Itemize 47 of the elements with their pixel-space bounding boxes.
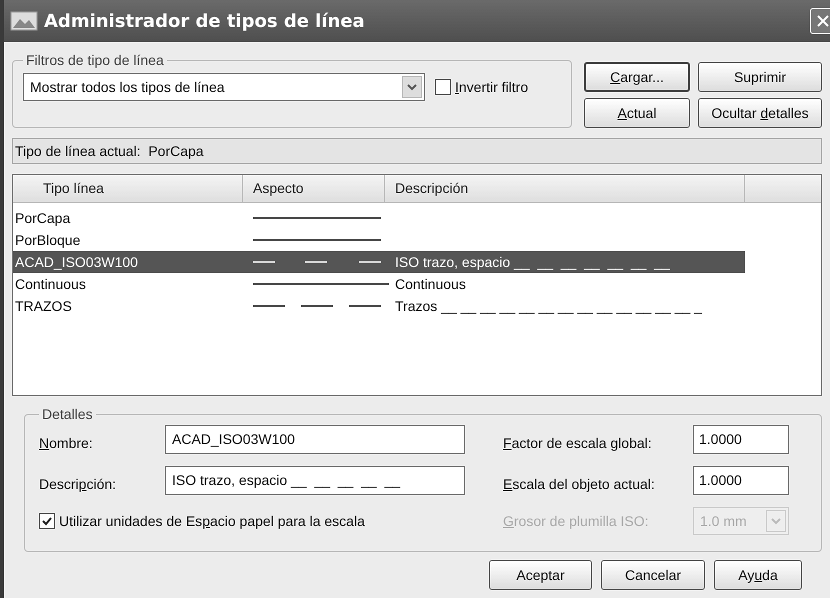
- field-label: Grosor de plumilla ISO:: [503, 512, 650, 531]
- field-label: Descripción:: [39, 475, 118, 494]
- current-linetype-bar: Tipo de línea actual: PorCapa: [12, 138, 822, 164]
- column-header[interactable]: Descripción: [385, 175, 745, 202]
- group-label: Filtros de tipo de línea: [25, 51, 165, 70]
- column-header[interactable]: Aspecto: [243, 175, 385, 202]
- list-row[interactable]: Continuous Continuous: [13, 273, 745, 295]
- checkbox-label: Utilizar unidades de Espacio papel para la escala: [59, 512, 365, 531]
- list-row[interactable]: PorCapa: [13, 207, 745, 229]
- input-field[interactable]: 1.0000: [693, 425, 789, 454]
- linetype-name: ACAD_ISO03W100: [14, 252, 139, 272]
- checkbox[interactable]: [435, 79, 451, 95]
- list-row[interactable]: TRAZOS Trazos __ __ __ __ __ __ __ __ __ __ __ __ __ _: [13, 295, 745, 317]
- dialog-button[interactable]: Actual: [584, 98, 690, 128]
- checkbox-label: Invertir filtro: [455, 78, 528, 96]
- linetype-name: PorCapa: [14, 208, 72, 228]
- close-button[interactable]: [810, 8, 830, 34]
- list-row[interactable]: ACAD_ISO03W100 ISO trazo, espacio __ __ __ __ __ __ __: [13, 251, 745, 273]
- dialog-button[interactable]: Ocultar detalles: [698, 98, 822, 128]
- input-field[interactable]: ACAD_ISO03W100: [165, 425, 465, 454]
- app-icon: [10, 10, 38, 32]
- field-label: Factor de escala global:: [503, 434, 653, 453]
- filter-dropdown[interactable]: Mostrar todos los tipos de línea: [23, 73, 425, 101]
- checkbox[interactable]: [39, 513, 55, 529]
- field-label: Escala del objeto actual:: [503, 475, 656, 494]
- chevron-down-icon: [407, 83, 417, 91]
- group-label: Detalles: [41, 405, 94, 424]
- dialog-button[interactable]: Aceptar: [489, 560, 592, 590]
- chevron-down-icon: [771, 517, 781, 525]
- linetype-name: Continuous: [14, 274, 87, 294]
- linetype-description: Trazos __ __ __ __ __ __ __ __ __ __ __ __ __ _: [395, 296, 702, 316]
- linetype-description: Continuous: [395, 274, 466, 294]
- column-header[interactable]: Tipo línea: [13, 175, 243, 202]
- linetype-name: TRAZOS: [14, 296, 73, 316]
- input-field[interactable]: 1.0000: [693, 466, 789, 495]
- linetype-name: PorBloque: [14, 230, 82, 250]
- window-title: Administrador de tipos de línea: [44, 10, 365, 34]
- check-icon: [41, 515, 53, 527]
- dialog-button[interactable]: Ayuda: [714, 560, 802, 590]
- close-icon: [816, 14, 830, 28]
- dialog-button[interactable]: Suprimir: [698, 62, 822, 92]
- list-row[interactable]: PorBloque: [13, 229, 745, 251]
- field-label: Nombre:: [39, 434, 94, 453]
- linetype-description: ISO trazo, espacio __ __ __ __ __ __ __: [395, 252, 670, 272]
- input-field[interactable]: ISO trazo, espacio __ __ __ __ __: [165, 466, 465, 495]
- dialog-button[interactable]: Cancelar: [601, 560, 705, 590]
- dialog-button[interactable]: Cargar...: [584, 62, 690, 92]
